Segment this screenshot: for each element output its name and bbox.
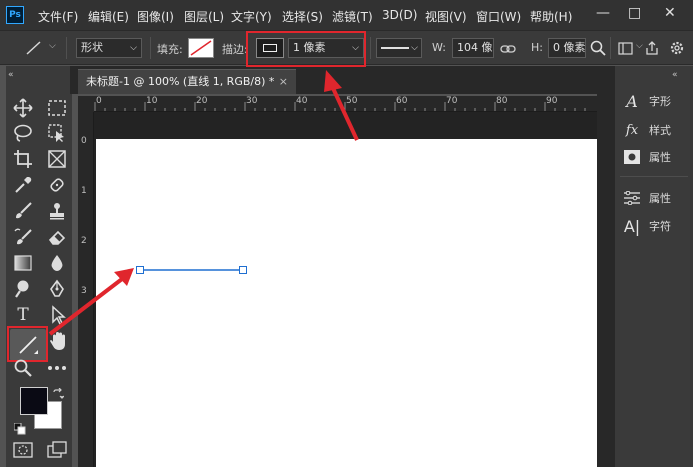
- panel-label: 属性: [649, 192, 671, 205]
- menu-window[interactable]: 窗口(W): [476, 8, 521, 25]
- divider: [610, 37, 611, 59]
- share-icon[interactable]: [644, 40, 660, 60]
- panel-dock-gutter: [597, 66, 615, 467]
- styles-fx-icon: fx: [625, 122, 639, 138]
- menu-help[interactable]: 帮助(H): [530, 8, 572, 25]
- crop-tool-icon[interactable]: [10, 147, 36, 171]
- type-tool-icon[interactable]: T: [10, 303, 36, 327]
- history-brush-tool-icon[interactable]: [10, 225, 36, 249]
- character-icon: A|: [623, 216, 641, 236]
- stroke-settings-highlight: [246, 31, 366, 67]
- ruler-mark: 2: [81, 236, 87, 246]
- document-tab-title: 未标题-1 @ 100% (直线 1, RGB/8) *: [86, 75, 275, 88]
- ruler-mark: 1: [81, 186, 87, 196]
- gradient-tool-icon[interactable]: [10, 251, 36, 275]
- document-canvas[interactable]: [96, 139, 597, 467]
- menu-filter[interactable]: 滤镜(T): [332, 8, 373, 25]
- brush-tool-icon[interactable]: [10, 199, 36, 223]
- foreground-color-swatch[interactable]: [20, 387, 48, 415]
- close-tab-icon[interactable]: ×: [279, 70, 288, 93]
- vertical-ruler[interactable]: 0 1 2 3: [78, 112, 94, 467]
- menu-layer[interactable]: 图层(L): [184, 8, 224, 25]
- more-tools-icon[interactable]: [44, 356, 70, 380]
- menu-edit[interactable]: 编辑(E): [88, 8, 129, 25]
- eraser-tool-icon[interactable]: [44, 225, 70, 249]
- chevron-down-icon[interactable]: ⌵: [636, 41, 643, 51]
- horizontal-ruler[interactable]: 0 10 20 30 40 50 60 70 80 90: [94, 96, 597, 112]
- move-tool-icon[interactable]: [10, 96, 36, 120]
- panel-styles[interactable]: fx 样式: [623, 119, 689, 141]
- fill-swatch[interactable]: [188, 38, 214, 58]
- glyphs-icon: A: [626, 91, 638, 111]
- ruler-mark: 3: [81, 286, 87, 296]
- frame-tool-icon[interactable]: [44, 147, 70, 171]
- panel-divider: [620, 176, 688, 177]
- clone-stamp-tool-icon[interactable]: [44, 199, 70, 223]
- workspace-icon[interactable]: [618, 41, 634, 60]
- photoshop-logo: Ps: [6, 6, 24, 24]
- chevron-down-icon: ⌵: [130, 43, 137, 53]
- divider: [370, 37, 371, 59]
- default-colors-icon[interactable]: [13, 420, 26, 439]
- panel-character[interactable]: A| 字符: [623, 215, 689, 237]
- zoom-tool-icon[interactable]: [10, 356, 36, 380]
- search-icon[interactable]: [590, 40, 606, 60]
- divider: [66, 37, 67, 59]
- menu-select[interactable]: 选择(S): [282, 8, 323, 25]
- pen-tool-icon[interactable]: [44, 277, 70, 301]
- height-field[interactable]: 0 像素: [548, 38, 586, 58]
- lasso-tool-icon[interactable]: [10, 121, 36, 145]
- fill-label: 填充:: [157, 43, 183, 56]
- mode-value: 形状: [81, 41, 103, 54]
- healing-brush-tool-icon[interactable]: [44, 173, 70, 197]
- minimize-button[interactable]: —: [596, 5, 610, 21]
- menu-file[interactable]: 文件(F): [38, 8, 78, 25]
- divider: [150, 37, 151, 59]
- mode-select[interactable]: 形状 ⌵: [76, 38, 142, 58]
- link-icon[interactable]: [500, 41, 516, 60]
- menu-bar: Ps 文件(F) 编辑(E) 图像(I) 图层(L) 文字(Y) 选择(S) 滤…: [0, 0, 693, 30]
- blur-tool-icon[interactable]: [44, 251, 70, 275]
- panel-properties[interactable]: 属性: [623, 146, 689, 168]
- object-select-tool-icon[interactable]: [44, 121, 70, 145]
- height-label: H:: [531, 41, 543, 54]
- swap-colors-icon[interactable]: [52, 385, 65, 404]
- ruler-corner: [78, 96, 94, 112]
- chevron-down-icon[interactable]: ⌵: [49, 41, 56, 51]
- close-button[interactable]: ✕: [664, 5, 676, 21]
- collapse-toolbar-icon[interactable]: «: [8, 70, 14, 80]
- screen-mode-icon[interactable]: [44, 438, 70, 462]
- menu-view[interactable]: 视图(V): [425, 8, 467, 25]
- adjust-sliders-icon: [623, 191, 641, 205]
- document-tab[interactable]: 未标题-1 @ 100% (直线 1, RGB/8) * ×: [78, 69, 296, 94]
- collapse-panels-icon[interactable]: «: [672, 70, 678, 80]
- quick-mask-icon[interactable]: [10, 438, 36, 462]
- restore-button[interactable]: □: [628, 5, 641, 21]
- panel-label: 字符: [649, 220, 671, 233]
- panel-glyphs[interactable]: A 字形: [623, 90, 689, 112]
- stroke-type-select[interactable]: ⌵: [376, 38, 422, 58]
- dodge-tool-icon[interactable]: [10, 277, 36, 301]
- menu-image[interactable]: 图像(I): [137, 8, 174, 25]
- panel-adjustment-properties[interactable]: 属性: [623, 187, 689, 209]
- ruler-mark: 0: [81, 136, 87, 146]
- panel-label: 属性: [649, 151, 671, 164]
- path-selection-tool-icon[interactable]: [44, 303, 70, 327]
- properties-icon: [623, 150, 641, 164]
- chevron-down-icon: ⌵: [411, 43, 418, 53]
- marquee-tool-icon[interactable]: [44, 96, 70, 120]
- panel-label: 样式: [649, 124, 671, 137]
- menu-3d[interactable]: 3D(D): [382, 8, 417, 22]
- width-field[interactable]: 104 像: [452, 38, 494, 58]
- settings-gear-icon[interactable]: [668, 39, 686, 61]
- hand-tool-icon[interactable]: [46, 329, 72, 353]
- menu-type[interactable]: 文字(Y): [231, 8, 272, 25]
- width-label: W:: [432, 41, 446, 54]
- panel-label: 字形: [649, 95, 671, 108]
- eyedropper-tool-icon[interactable]: [10, 173, 36, 197]
- stroke-label: 描边:: [222, 43, 248, 56]
- line-preset-icon[interactable]: [24, 40, 44, 60]
